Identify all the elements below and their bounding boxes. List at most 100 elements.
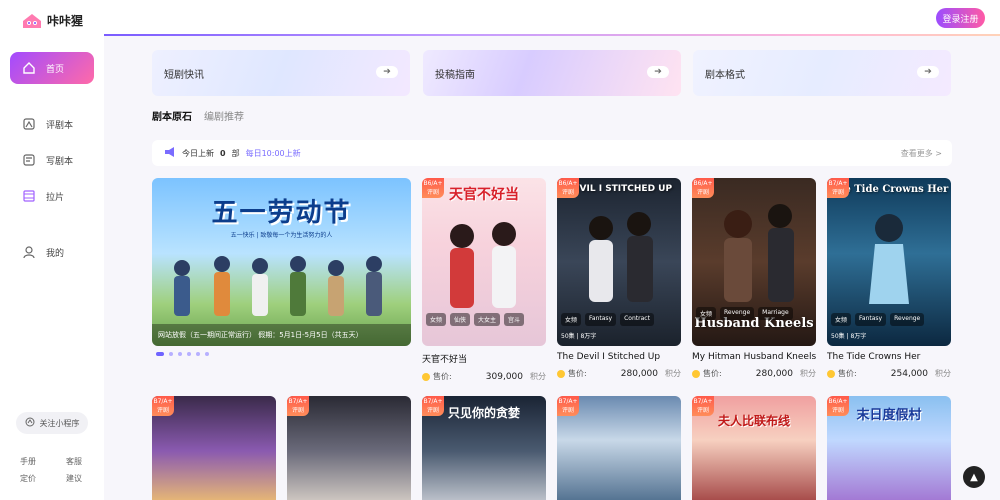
home-icon: [22, 61, 36, 75]
genre-tag: Contract: [620, 313, 654, 326]
price-value: 280,000: [755, 368, 793, 379]
card-script-format[interactable]: 剧本格式 ➔: [693, 50, 951, 96]
genre-tag: Marriage: [758, 307, 793, 320]
genre-tag: 大女主: [474, 313, 501, 326]
book-cover[interactable]: 末日度假村 B6/A+ 评剧: [827, 396, 951, 500]
banner-dot[interactable]: [187, 352, 191, 356]
book-title[interactable]: The Devil I Stitched Up: [557, 352, 681, 362]
book-cover[interactable]: B7/A+ 评剧: [557, 396, 681, 500]
genre-tag: 女频: [426, 313, 447, 326]
book-card[interactable]: DEVIL I STITCHED UP B6/A+ 评剧 女频 Fantasy …: [557, 178, 681, 379]
tab-script-stones[interactable]: 剧本原石: [152, 108, 192, 123]
tag-list: 女频 Fantasy Revenge: [831, 313, 925, 326]
coin-icon: [557, 369, 565, 378]
genre-tag: 女频: [561, 313, 582, 326]
coin-icon: [422, 372, 430, 381]
grade-badge: B6/A+ 评剧: [422, 178, 444, 198]
price-row: 售价: 280,000 积分: [557, 368, 681, 379]
book-card[interactable]: The Tide Crowns Her B7/A+ 评剧 女频 Fantasy …: [827, 178, 951, 379]
grade-badge: B7/A+ 评剧: [422, 396, 444, 416]
card-label: 剧本格式: [705, 69, 745, 81]
sidebar-item-write[interactable]: 写剧本: [10, 144, 94, 176]
genre-tag: Fantasy: [855, 313, 887, 326]
banner-title: 五一劳动节: [211, 198, 352, 228]
price-label: 售价:: [838, 369, 857, 378]
sidebar: 首页 评剧本 写剧本 拉片 我的 关注小程序 手册 客服 定价 建议: [0, 36, 104, 500]
sidebar-item-label: 评剧本: [46, 120, 74, 131]
footer-link-feedback[interactable]: 建议: [66, 473, 82, 484]
grade-badge: B6/A+ 评剧: [692, 178, 714, 198]
new-today-label: 今日上新: [182, 148, 214, 158]
book-cover[interactable]: 夫人比联布线 B7/A+ 评剧: [692, 396, 816, 500]
view-more-link[interactable]: 查看更多 >: [901, 148, 942, 159]
mini-program-button[interactable]: 关注小程序: [16, 412, 88, 434]
price-value: 254,000: [890, 368, 928, 379]
new-today-count: 0: [220, 148, 226, 158]
footer-link-service[interactable]: 客服: [66, 456, 82, 467]
book-title[interactable]: My Hitman Husband Kneels: [692, 352, 816, 362]
login-button[interactable]: 登录注册: [936, 8, 985, 28]
book-cover[interactable]: Husband Kneels B6/A+ 评剧 女频 Revenge Marri…: [692, 178, 816, 346]
sidebar-item-mine[interactable]: 我的: [10, 236, 94, 268]
book-cover[interactable]: DEVIL I STITCHED UP B6/A+ 评剧 女频 Fantasy …: [557, 178, 681, 346]
scroll-to-top-button[interactable]: ▲: [963, 466, 985, 488]
grade-badge: B7/A+ 评剧: [287, 396, 309, 416]
holiday-banner[interactable]: 五一劳动节 五一快乐 | 致敬每一个为生活努力的人 网站放假（五一期间正常运行）…: [152, 178, 411, 346]
coin-icon: [692, 369, 700, 378]
sidebar-item-film[interactable]: 拉片: [10, 180, 94, 212]
sidebar-item-label: 拉片: [46, 192, 65, 203]
footer-link-pricing[interactable]: 定价: [20, 473, 36, 484]
card-short-news[interactable]: 短剧快讯 ➔: [152, 50, 410, 96]
cover-illustration: [724, 204, 794, 302]
genre-tag: Revenge: [890, 313, 925, 326]
arrow-up-icon: ▲: [970, 471, 978, 483]
content-tabs: 剧本原石 编剧推荐: [152, 108, 244, 123]
genre-tag: 仙侠: [450, 313, 471, 326]
mini-program-label: 关注小程序: [39, 418, 80, 428]
main-content: 短剧快讯 ➔ 投稿指南 ➔ 剧本格式 ➔ 剧本原石 编剧推荐 今日上新 0 部 …: [104, 36, 1000, 500]
logo[interactable]: 咔咔猩: [22, 12, 83, 29]
book-card[interactable]: Husband Kneels B6/A+ 评剧 女频 Revenge Marri…: [692, 178, 816, 379]
banner-dot[interactable]: [196, 352, 200, 356]
grade-badge: B7/A+ 评剧: [827, 178, 849, 198]
write-icon: [22, 153, 36, 167]
mini-program-icon: [25, 417, 35, 429]
film-icon: [22, 189, 36, 203]
card-label: 投稿指南: [435, 69, 475, 81]
footer-link-manual[interactable]: 手册: [20, 456, 36, 467]
sidebar-item-label: 我的: [46, 248, 65, 259]
book-title[interactable]: 天官不好当: [422, 352, 546, 365]
book-cover[interactable]: The Tide Crowns Her B7/A+ 评剧 女频 Fantasy …: [827, 178, 951, 346]
book-cover[interactable]: 天官不好当 B6/A+ 评剧 女频 仙侠 大女主 宫斗: [422, 178, 546, 346]
update-schedule: 每日10:00上新: [245, 148, 301, 158]
sidebar-item-review[interactable]: 评剧本: [10, 108, 94, 140]
arrow-right-icon: ➔: [647, 66, 669, 78]
book-cover[interactable]: B7/A+ 评剧: [152, 396, 276, 500]
banner-dot[interactable]: [178, 352, 182, 356]
review-icon: [22, 117, 36, 131]
price-value: 280,000: [620, 368, 658, 379]
banner-dot[interactable]: [205, 352, 209, 356]
book-title[interactable]: The Tide Crowns Her: [827, 352, 951, 362]
genre-tag: 女频: [696, 307, 717, 320]
price-unit: 积分: [665, 369, 681, 378]
tab-writer-recommend[interactable]: 编剧推荐: [204, 108, 244, 123]
new-today-bar: 今日上新 0 部 每日10:00上新 查看更多 >: [152, 140, 952, 166]
price-unit: 积分: [935, 369, 951, 378]
banner-dot[interactable]: [156, 352, 164, 356]
episode-stats: 50集 | 8万字: [831, 333, 867, 340]
book-cover[interactable]: B7/A+ 评剧: [287, 396, 411, 500]
card-submission-guide[interactable]: 投稿指南 ➔: [423, 50, 681, 96]
book-cover[interactable]: 只见你的贪婪 B7/A+ 评剧: [422, 396, 546, 500]
genre-tag: 宫斗: [504, 313, 525, 326]
coin-icon: [827, 369, 835, 378]
sidebar-item-home[interactable]: 首页: [10, 52, 94, 84]
genre-tag: 女频: [831, 313, 852, 326]
book-card[interactable]: 天官不好当 B6/A+ 评剧 女频 仙侠 大女主 宫斗 天官不好当 售价: 30…: [422, 178, 546, 382]
banner-subtitle: 五一快乐 | 致敬每一个为生活努力的人: [230, 232, 333, 239]
banner-pagination: [156, 352, 209, 356]
cover-illustration: [450, 222, 516, 308]
grade-badge: B6/A+ 评剧: [827, 396, 849, 416]
banner-dot[interactable]: [169, 352, 173, 356]
megaphone-icon: [164, 147, 176, 159]
